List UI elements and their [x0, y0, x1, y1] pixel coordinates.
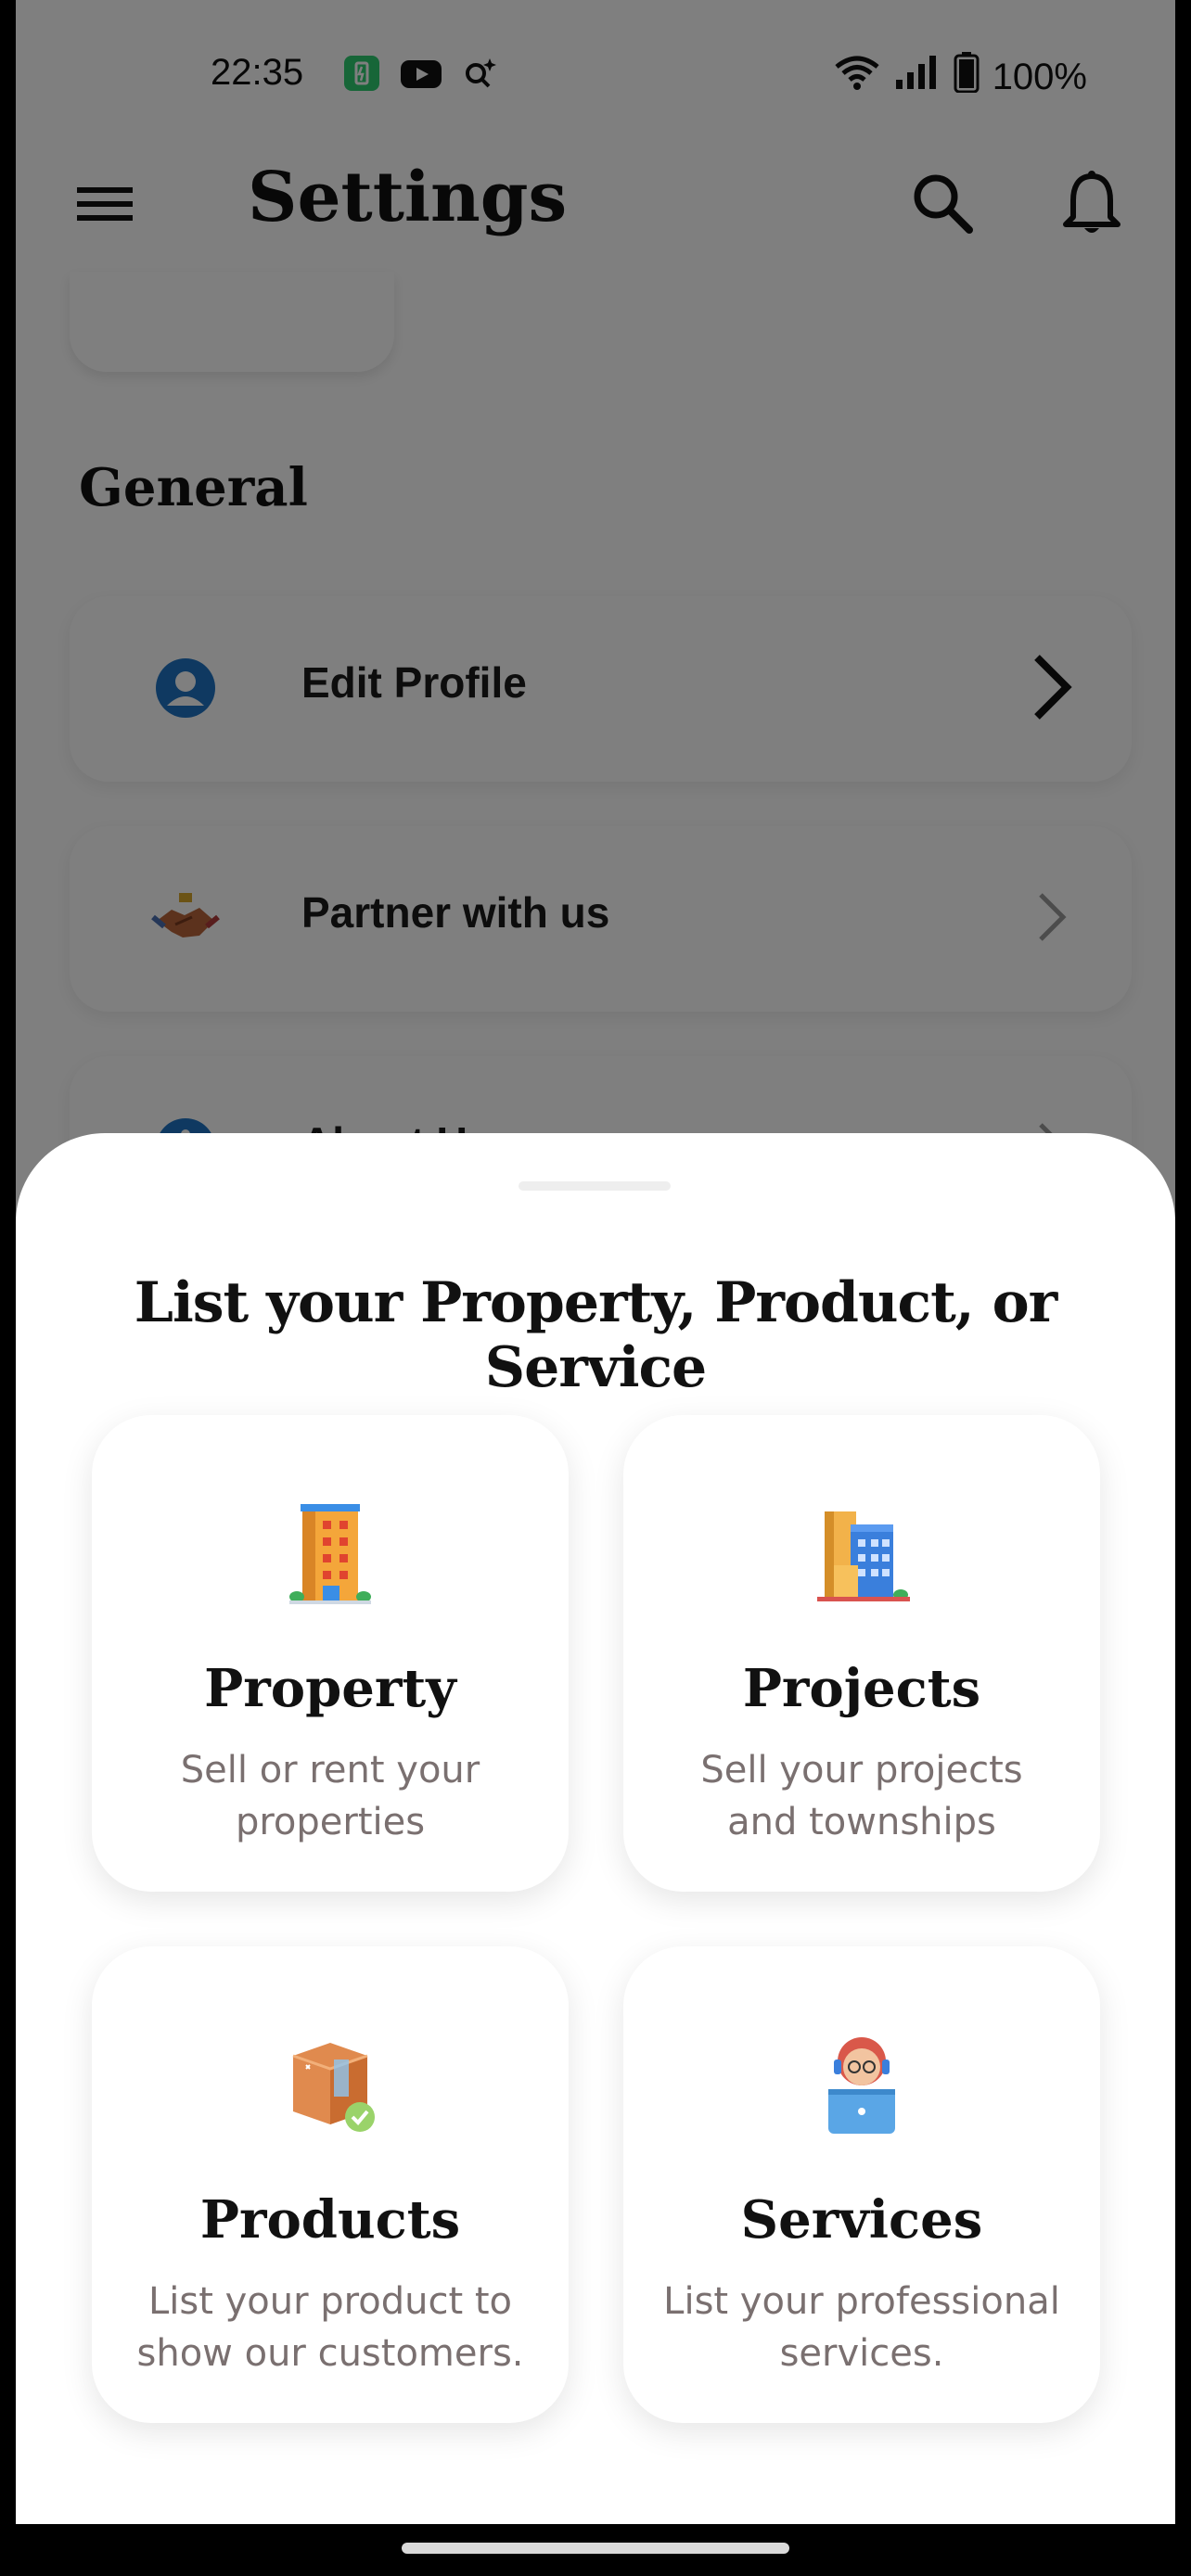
app-screen: 22:35: [16, 0, 1175, 2576]
tile-services[interactable]: Services List your professional services…: [623, 1946, 1100, 2423]
sheet-title: List your Property, Product, or Service: [134, 1270, 1057, 1400]
tile-projects[interactable]: Projects Sell your projects and township…: [623, 1415, 1100, 1892]
package-icon: [265, 2019, 395, 2149]
sheet-drag-handle[interactable]: [519, 1181, 671, 1191]
tile-description: List your professional services.: [663, 2280, 1060, 2375]
building-icon: [265, 1487, 395, 1617]
tile-description: Sell your projects and townships: [700, 1749, 1023, 1843]
tile-products[interactable]: Products List your product to show our c…: [92, 1946, 569, 2423]
home-indicator[interactable]: [402, 2543, 789, 2554]
tile-description: Sell or rent your properties: [180, 1749, 480, 1843]
support-agent-icon: [797, 2019, 927, 2149]
buildings-icon: [797, 1487, 927, 1617]
tile-title: Services: [740, 2189, 983, 2251]
tile-description: List your product to show our customers.: [136, 2280, 524, 2375]
tile-property[interactable]: Property Sell or rent your properties: [92, 1415, 569, 1892]
tile-title: Projects: [742, 1658, 981, 1719]
bottom-sheet: List your Property, Product, or Service: [16, 1133, 1175, 2524]
tile-title: Products: [199, 2189, 461, 2251]
tile-title: Property: [204, 1658, 456, 1719]
